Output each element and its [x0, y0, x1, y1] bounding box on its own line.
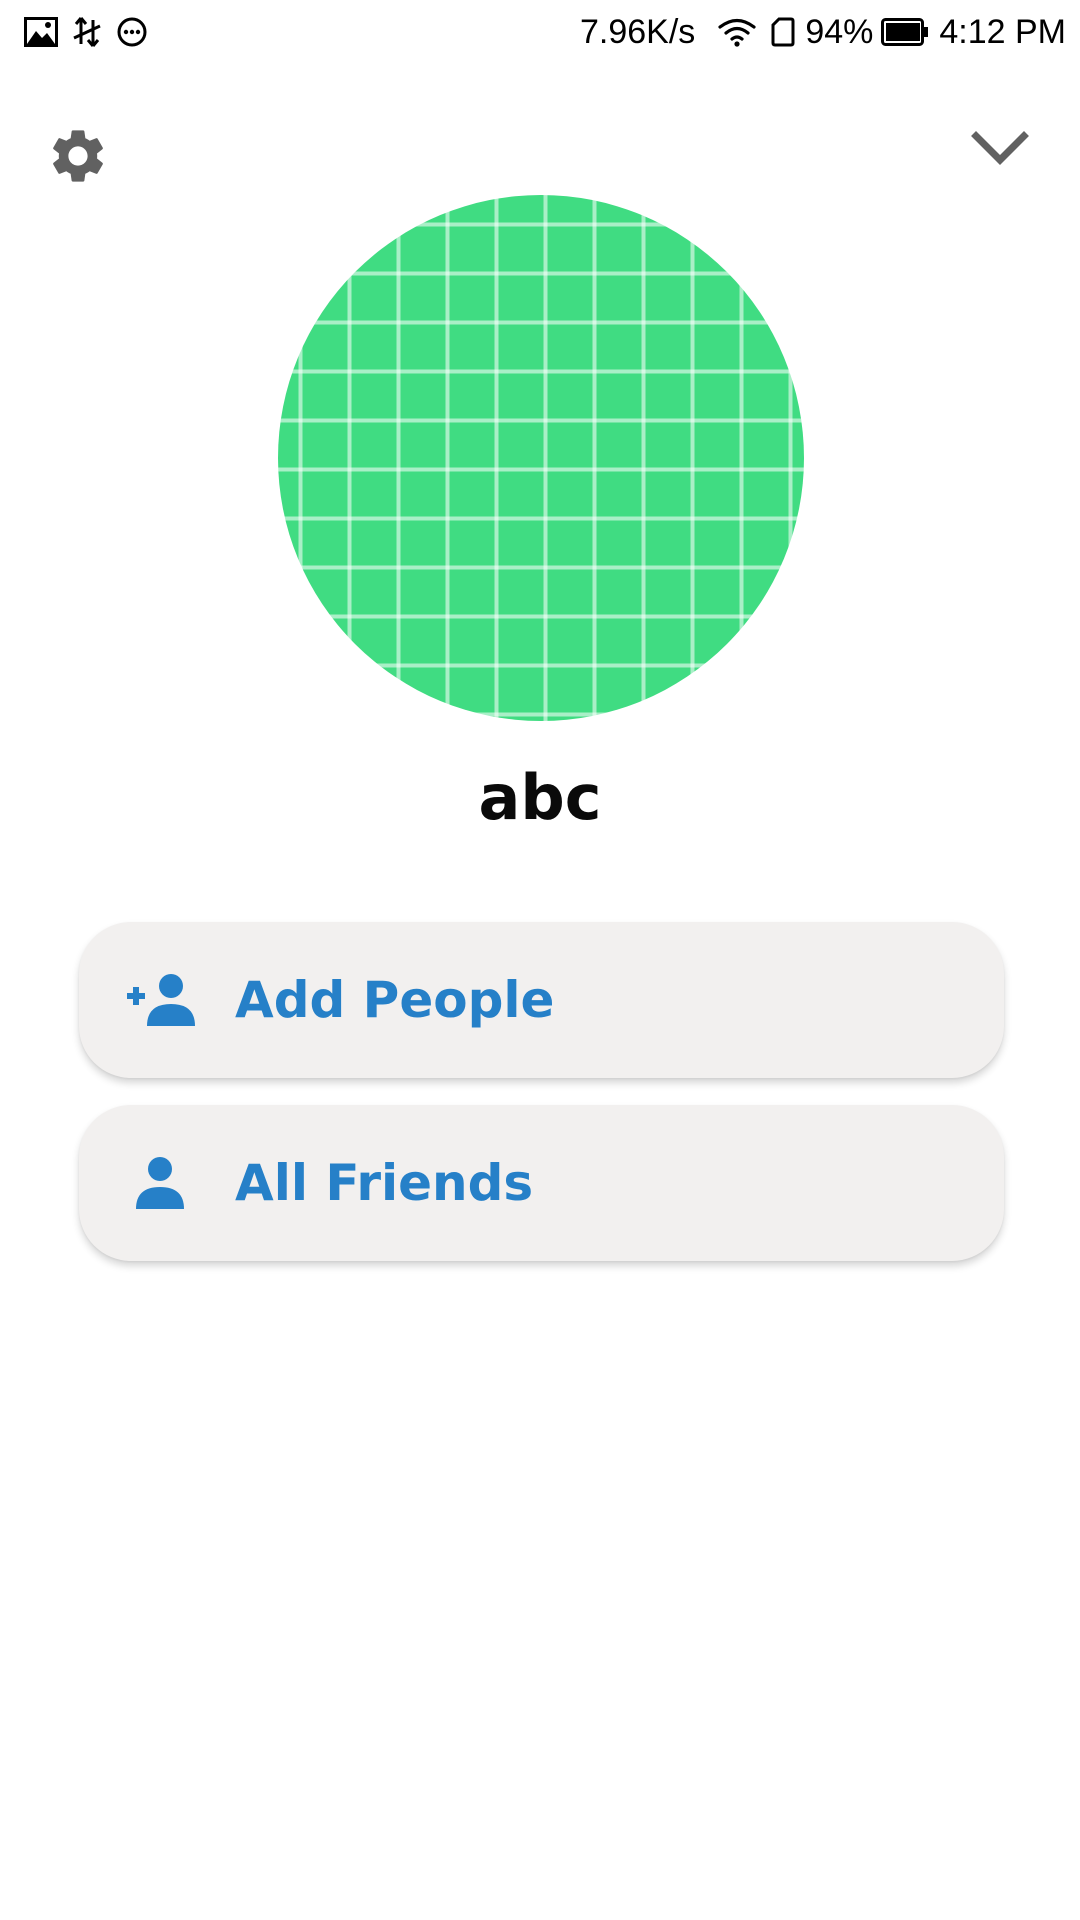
status-bar-left-icons — [24, 14, 148, 50]
battery-percent: 94% — [805, 13, 874, 51]
settings-button[interactable] — [38, 116, 118, 196]
person-add-icon — [115, 965, 205, 1035]
clock: 4:12 PM — [939, 13, 1066, 51]
add-people-label: Add People — [235, 971, 555, 1029]
gear-icon — [53, 130, 103, 182]
battery-icon — [881, 18, 929, 46]
chevron-down-icon — [971, 131, 1029, 165]
network-speed: 7.96K/s — [580, 13, 696, 51]
image-icon — [24, 17, 58, 47]
data-sync-icon — [73, 17, 101, 47]
wifi-icon — [718, 18, 756, 47]
avatar[interactable] — [278, 195, 804, 721]
all-friends-label: All Friends — [235, 1154, 534, 1212]
collapse-button[interactable] — [960, 108, 1040, 188]
person-icon — [115, 1148, 205, 1218]
status-bar-right: 7.96K/s 94% 4:12 PM — [580, 10, 1066, 54]
status-bar: 7.96K/s 94% 4:12 PM — [0, 0, 1080, 64]
sim-card-icon — [771, 17, 795, 47]
add-people-button[interactable]: Add People — [79, 922, 1004, 1078]
user-name: abc — [478, 761, 602, 834]
chat-bubble-icon — [117, 17, 147, 47]
all-friends-button[interactable]: All Friends — [79, 1105, 1004, 1261]
